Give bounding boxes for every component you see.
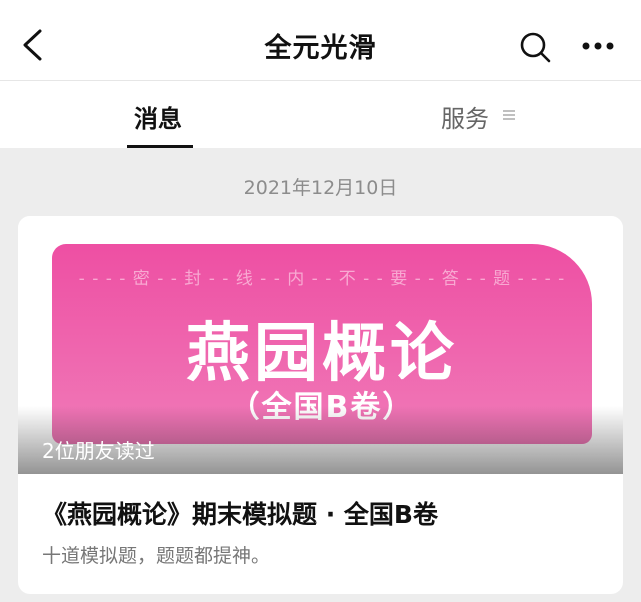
seal-line-text: - - - - 密 - - 封 - - 线 - - 内 - - 不 - - 要 … (78, 269, 566, 289)
cover-title: 燕园概论 (186, 317, 458, 391)
article-title[interactable]: 《燕园概论》期末模拟题 · 全国B卷 (42, 495, 438, 531)
message-date: 2021年12月10日 (243, 177, 398, 199)
tab-bar: 消息 服务 (0, 80, 641, 148)
more-icon[interactable] (580, 40, 616, 52)
tab-services[interactable]: 服务 (441, 99, 489, 134)
article-card[interactable]: - - - - 密 - - 封 - - 线 - - 内 - - 不 - - 要 … (18, 216, 623, 594)
menu-icon[interactable] (502, 108, 516, 122)
search-icon[interactable] (518, 30, 552, 64)
active-tab-indicator (127, 145, 193, 148)
tab-messages[interactable]: 消息 (134, 99, 182, 134)
top-bar: 全元光滑 (0, 0, 641, 80)
friends-read-count: 2位朋友读过 (42, 439, 155, 463)
article-description: 十道模拟题，题题都提神。 (42, 545, 271, 567)
article-cover[interactable]: - - - - 密 - - 封 - - 线 - - 内 - - 不 - - 要 … (18, 216, 623, 474)
